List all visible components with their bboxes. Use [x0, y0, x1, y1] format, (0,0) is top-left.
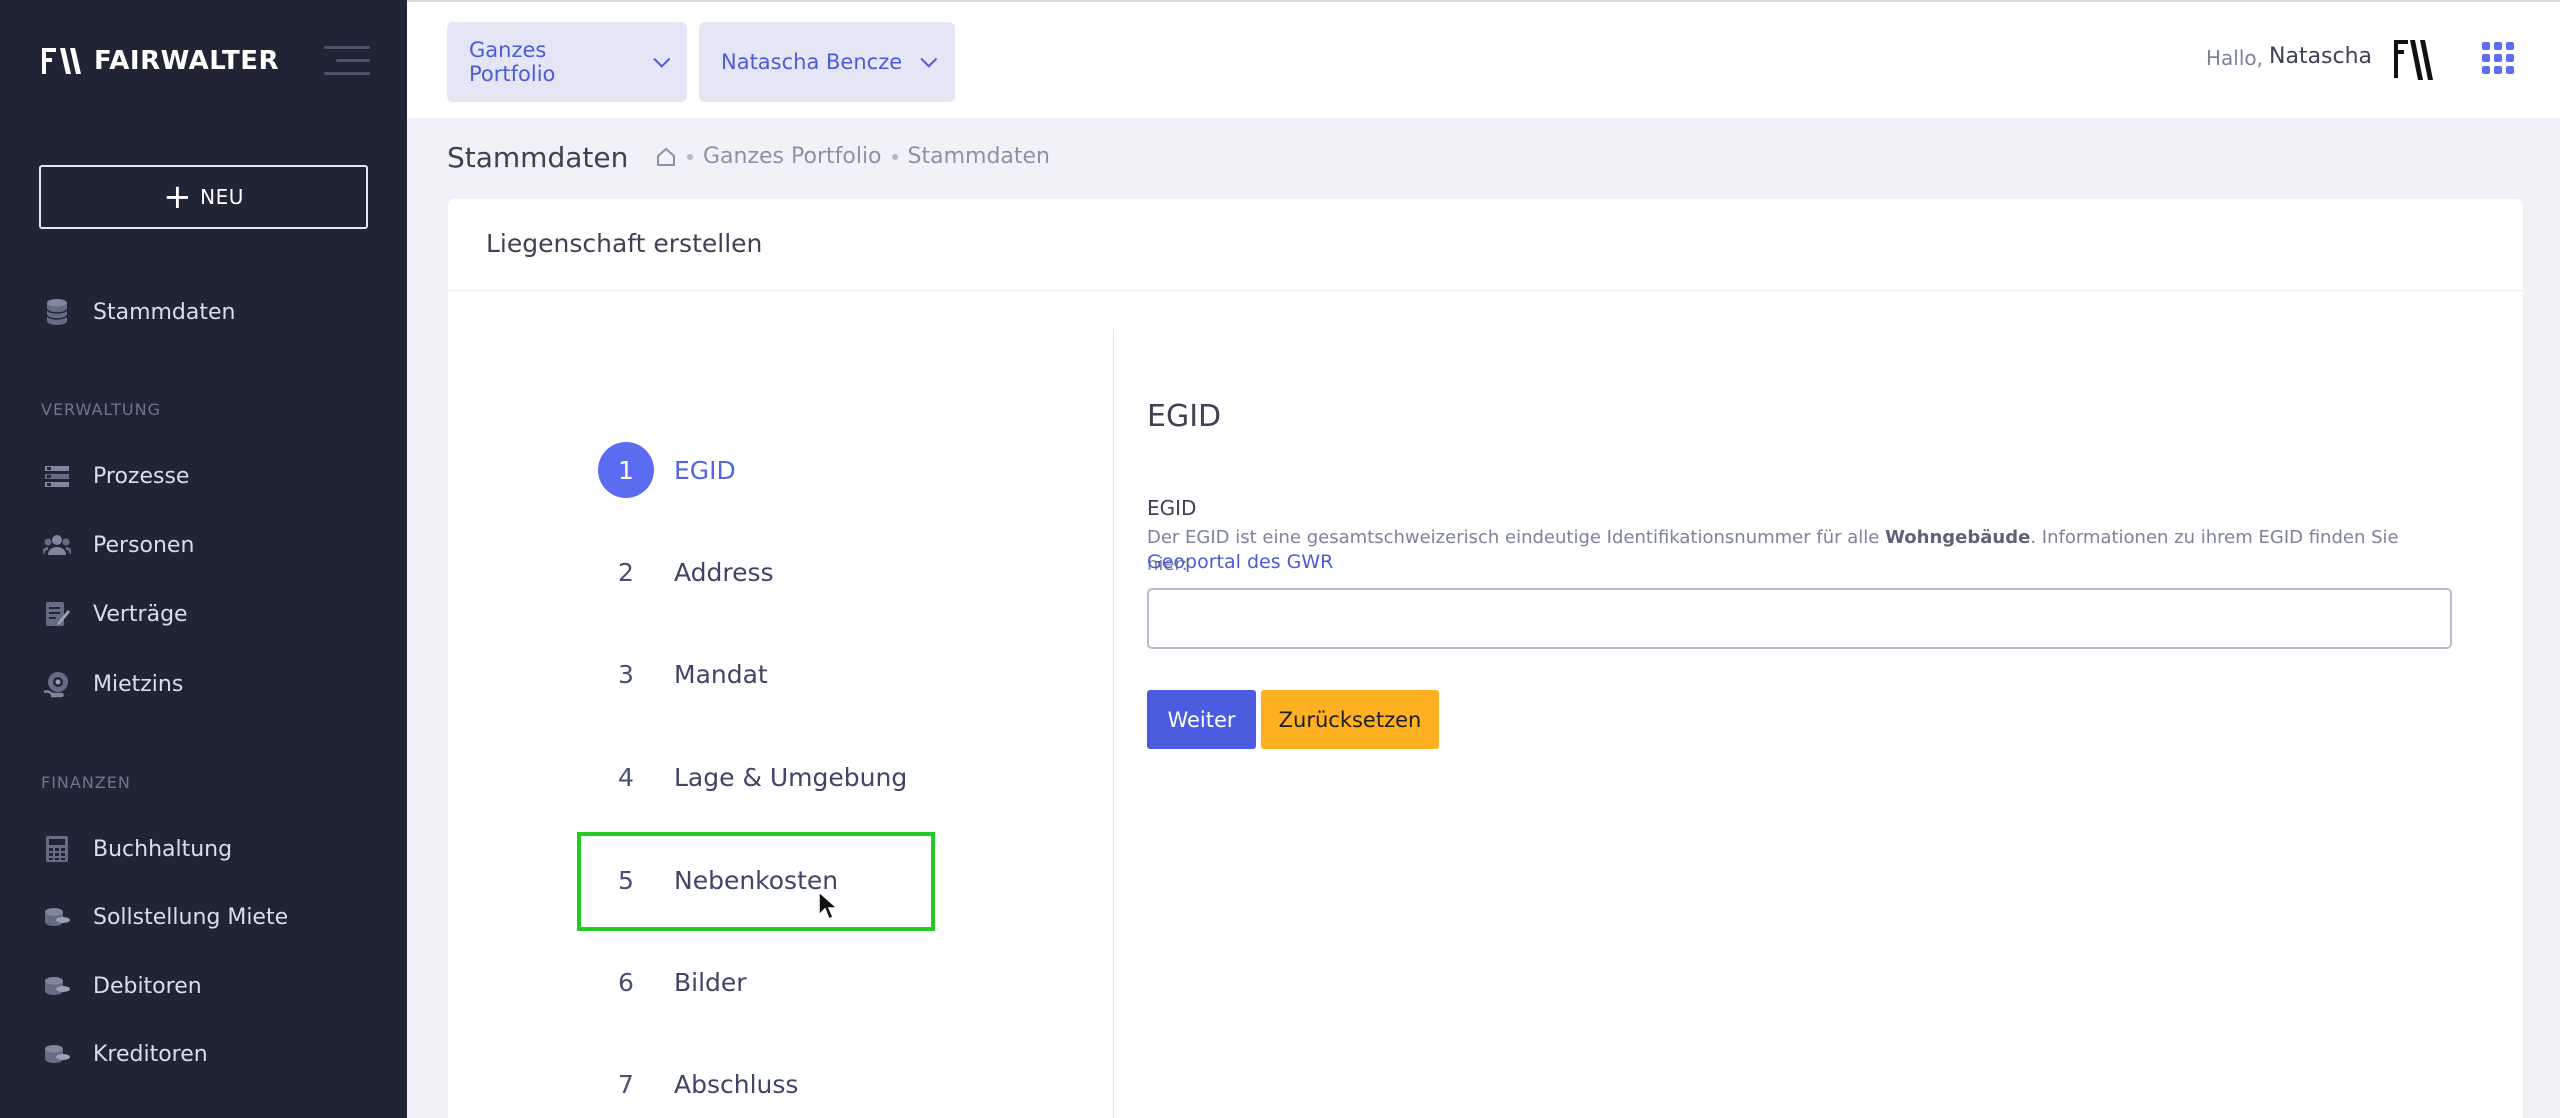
sidebar-item-label: Stammdaten [93, 299, 236, 325]
page-title: Stammdaten [447, 141, 629, 174]
plus-icon: + [163, 177, 193, 217]
rent-icon [42, 669, 72, 699]
step-label: EGID [674, 455, 736, 485]
user-name[interactable]: Natascha [2269, 44, 2372, 69]
mouse-cursor-icon [818, 891, 838, 921]
step-abschluss[interactable]: 7 Abschluss [598, 1056, 798, 1112]
step-bilder[interactable]: 6 Bilder [598, 954, 747, 1010]
step-label: Address [674, 557, 774, 587]
step-label: Abschluss [674, 1069, 799, 1099]
sidebar-item-label: Sollstellung Miete [93, 904, 289, 930]
divider [1113, 329, 1114, 1118]
sidebar-item-personen[interactable]: Personen [42, 530, 194, 560]
breadcrumb: Ganzes Portfolio Stammdaten [655, 144, 1050, 169]
step-number: 6 [618, 967, 634, 997]
calculator-icon [42, 834, 72, 864]
create-property-card: Liegenschaft erstellen 1 EGID 2 Address … [448, 199, 2523, 1118]
coins-icon [42, 902, 72, 932]
sidebar-item-prozesse[interactable]: Prozesse [42, 461, 189, 491]
database-icon [42, 297, 72, 327]
sidebar-item-label: Debitoren [93, 973, 202, 999]
sidebar-item-sollstellung-miete[interactable]: Sollstellung Miete [42, 902, 288, 932]
user-dropdown-label: Natascha Bencze [721, 50, 903, 74]
step-egid[interactable]: 1 EGID [598, 442, 736, 498]
step-address[interactable]: 2 Address [598, 544, 774, 600]
step-label: Mandat [674, 659, 768, 689]
step-number: 7 [618, 1069, 634, 1099]
coins-icon [42, 971, 72, 1001]
new-button[interactable]: + NEU [39, 165, 368, 229]
sidebar-item-kreditoren[interactable]: Kreditoren [42, 1039, 208, 1069]
egid-help-text: Der EGID ist eine gesamtschweizerisch ei… [1147, 527, 2399, 575]
brand-name: FAIRWALTER [94, 46, 280, 76]
portfolio-dropdown-label: Ganzes Portfolio [469, 38, 556, 86]
brand-logo[interactable]: FAIRWALTER [42, 44, 279, 78]
sidebar-item-mietzins[interactable]: Mietzins [42, 669, 183, 699]
avatar[interactable] [2386, 32, 2442, 88]
sidebar-item-buchhaltung[interactable]: Buchhaltung [42, 834, 232, 864]
chevron-down-icon [920, 50, 938, 68]
apps-grid-icon[interactable] [2482, 42, 2514, 74]
reset-button[interactable]: Zurücksetzen [1261, 690, 1439, 749]
sidebar-item-label: Verträge [93, 601, 188, 627]
sidebar-item-label: Buchhaltung [93, 836, 233, 862]
contract-icon [42, 599, 72, 629]
section-title-verwaltung: VERWALTUNG [41, 400, 161, 419]
sidebar-item-label: Mietzins [93, 671, 184, 697]
section-title: EGID [1147, 399, 1222, 434]
sidebar-item-label: Prozesse [93, 463, 190, 489]
card-header: Liegenschaft erstellen [448, 199, 2523, 291]
new-button-label: NEU [200, 185, 244, 209]
fairwalter-logo-icon [42, 48, 81, 74]
coins-icon [42, 1039, 72, 1069]
sidebar-item-stammdaten[interactable]: Stammdaten [42, 297, 235, 327]
home-icon[interactable] [655, 146, 677, 168]
user-dropdown[interactable]: Natascha Bencze [699, 22, 955, 102]
section-title-finanzen: FINANZEN [41, 773, 131, 792]
highlight-box [577, 832, 935, 931]
chevron-down-icon [653, 50, 671, 68]
step-label: Lage & Umgebung [674, 762, 908, 792]
sidebar-item-label: Personen [93, 532, 195, 558]
list-icon [42, 461, 72, 491]
menu-toggle-icon[interactable] [324, 46, 370, 76]
geoportal-link[interactable]: Geoportal des GWR [1147, 551, 1333, 573]
sidebar-item-vertraege[interactable]: Verträge [42, 599, 188, 629]
step-number: 2 [618, 557, 634, 587]
step-lage-umgebung[interactable]: 4 Lage & Umgebung [598, 749, 907, 805]
card-title: Liegenschaft erstellen [486, 229, 763, 258]
next-button[interactable]: Weiter [1147, 690, 1256, 749]
step-mandat[interactable]: 3 Mandat [598, 646, 768, 702]
breadcrumb-item: Stammdaten [907, 144, 1050, 169]
step-number: 4 [618, 762, 634, 792]
step-label: Bilder [674, 967, 747, 997]
step-number: 3 [618, 659, 634, 689]
greeting: Hallo, [2206, 46, 2264, 70]
people-icon [42, 530, 72, 560]
egid-input[interactable] [1147, 588, 2452, 649]
topbar: Ganzes Portfolio Natascha Bencze Hallo, … [407, 0, 2560, 118]
sidebar: FAIRWALTER + NEU Stammdaten VERWALTUNG P… [0, 0, 407, 1118]
sidebar-item-label: Kreditoren [93, 1041, 208, 1067]
breadcrumb-item[interactable]: Ganzes Portfolio [703, 144, 882, 169]
portfolio-dropdown[interactable]: Ganzes Portfolio [447, 22, 687, 102]
sidebar-item-debitoren[interactable]: Debitoren [42, 971, 202, 1001]
step-number: 1 [598, 442, 654, 498]
egid-label: EGID [1147, 496, 1197, 520]
